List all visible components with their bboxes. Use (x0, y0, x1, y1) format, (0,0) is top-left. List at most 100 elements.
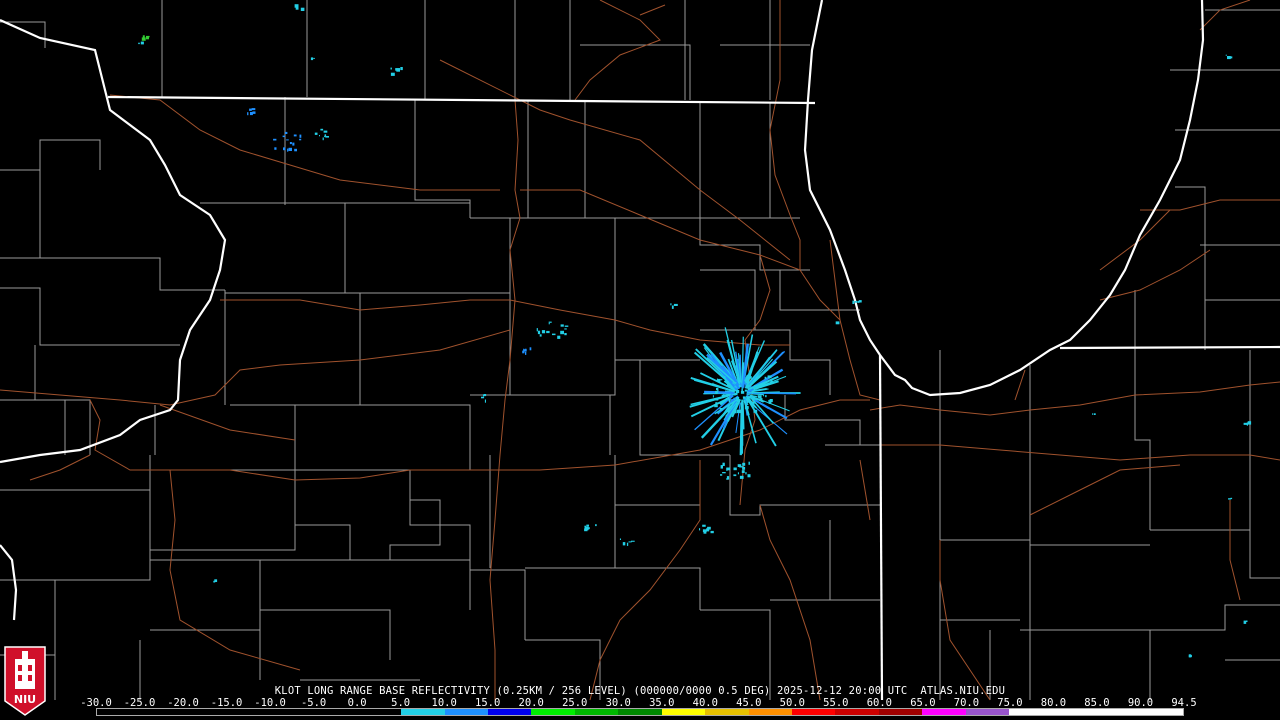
echo-pixel (1227, 56, 1231, 60)
echo-pixel (541, 330, 546, 334)
echo-pixel (525, 348, 527, 351)
echo-pixel (322, 137, 324, 141)
echo-pixel (560, 324, 564, 327)
county-borders (0, 0, 1280, 700)
colorbar-segment (401, 709, 445, 715)
echo-pixel (249, 108, 252, 111)
echo-pixel (294, 4, 299, 8)
echo-pixel (1228, 498, 1231, 500)
echo-pixel (712, 395, 714, 398)
echo-pixel (747, 474, 751, 478)
echo-pixel (753, 409, 758, 413)
echo-streak (704, 390, 735, 394)
colorbar-segment (1009, 709, 1053, 715)
echo-pixel (619, 538, 621, 540)
echo-pixel (738, 384, 741, 387)
echo-pixel (1243, 620, 1247, 624)
echo-pixel (710, 530, 714, 534)
echo-pixel (726, 381, 729, 383)
echo-pixel (400, 67, 403, 71)
echo-pixel (483, 394, 487, 397)
echo-pixel (770, 380, 773, 384)
echo-pixel (752, 395, 757, 397)
echo-pixel (564, 325, 569, 327)
echo-pixel (716, 387, 719, 391)
echo-pixel (1246, 620, 1248, 622)
echo-pixel (755, 387, 760, 389)
echo-pixel (300, 7, 305, 11)
echo-pixel (699, 528, 701, 531)
echo-pixel (768, 401, 772, 404)
echo-pixel (522, 350, 525, 354)
radar-map (0, 0, 1280, 716)
echo-pixel (748, 376, 752, 379)
echo-pixel (537, 330, 541, 335)
colorbar-segment (314, 709, 358, 715)
echo-pixel (323, 130, 328, 133)
echo-pixel (752, 397, 755, 401)
echo-pixel (552, 333, 556, 336)
echo-streak (739, 402, 743, 456)
echo-pixel (726, 476, 730, 480)
echo-pixel (287, 148, 289, 152)
echo-pixel (1092, 413, 1094, 415)
echo-pixel (702, 529, 707, 533)
colorbar-segment (227, 709, 271, 715)
echo-streak (752, 392, 797, 395)
echo-pixel (764, 376, 767, 380)
echo-pixel (766, 388, 769, 390)
echo-pixel (288, 147, 292, 151)
echo-pixel (564, 328, 567, 330)
echo-pixel (142, 35, 145, 38)
echo-pixel (714, 399, 719, 401)
echo-pixel (670, 303, 672, 306)
echo-pixel (484, 399, 486, 403)
echo-pixel (737, 472, 739, 475)
echo-pixel (1225, 54, 1227, 56)
echo-pixel (557, 335, 561, 339)
echo-pixel (854, 301, 858, 303)
echo-pixel (739, 475, 744, 479)
echo-pixel (481, 396, 485, 399)
echo-pixel (273, 138, 277, 141)
echo-pixel (564, 333, 567, 336)
colorbar-segment (792, 709, 836, 715)
colorbar-segment (1096, 709, 1140, 715)
echo-pixel (734, 386, 737, 388)
echo-pixel (735, 390, 740, 394)
echo-pixel (759, 398, 763, 402)
echo-pixel (586, 527, 590, 530)
colorbar-segment (183, 709, 228, 715)
echo-pixel (146, 35, 150, 38)
echo-pixel (858, 300, 862, 303)
echo-pixel (1093, 413, 1096, 415)
echo-pixel (299, 134, 302, 138)
echo-pixel (733, 474, 737, 477)
echo-pixel (752, 401, 756, 404)
echo-pixel (729, 398, 731, 402)
echo-pixel (299, 138, 302, 141)
echo-pixel (282, 135, 286, 138)
echo-pixel (715, 402, 718, 405)
echo-pixel (852, 300, 855, 304)
colorbar-segment (1139, 709, 1183, 715)
echo-pixel (741, 470, 745, 473)
echo-pixel (140, 41, 144, 45)
colorbar-segment (270, 709, 315, 715)
echo-pixel (320, 128, 324, 131)
colorbar-segment (661, 709, 706, 715)
echo-pixel (719, 408, 723, 411)
echo-pixel (595, 524, 597, 527)
echo-pixel (736, 402, 739, 405)
echo-pixel (141, 37, 146, 41)
echo-pixel (1247, 421, 1252, 425)
echo-pixel (138, 42, 140, 45)
echo-pixel (285, 131, 288, 134)
colorbar-segment (618, 709, 662, 715)
echo-pixel (752, 382, 754, 384)
echo-pixel (286, 139, 289, 141)
echo-pixel (539, 334, 542, 337)
echo-pixel (390, 72, 395, 76)
colorbar-segment (444, 709, 488, 715)
niu-logo-text-wrap: NIU (3, 645, 47, 717)
